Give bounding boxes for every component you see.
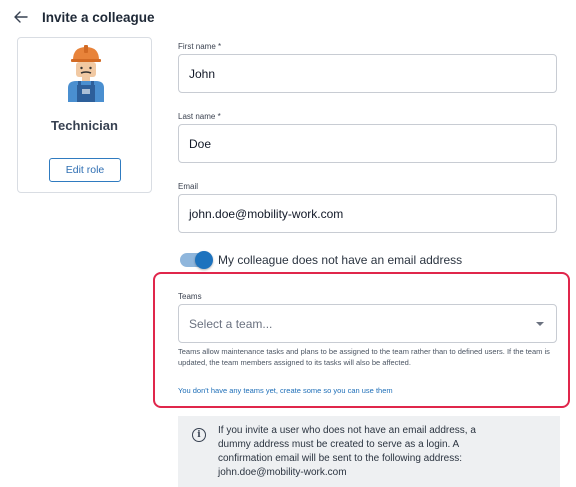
technician-avatar-icon (68, 45, 104, 102)
teams-select[interactable]: Select a team... (178, 304, 557, 343)
email-label: Email (178, 182, 199, 191)
teams-help-text: Teams allow maintenance tasks and plans … (178, 347, 550, 367)
info-line-4: john.doe@mobility-work.com (218, 467, 347, 478)
info-message-text: If you invite a user who does not have a… (218, 424, 548, 480)
chevron-down-icon (536, 322, 544, 326)
arrow-left-icon (14, 11, 28, 23)
info-line-2: dummy address must be created to serve a… (218, 439, 460, 450)
info-icon: i (192, 428, 206, 442)
role-name: Technician (51, 118, 118, 133)
no-email-toggle[interactable] (180, 251, 213, 269)
teams-select-placeholder: Select a team... (189, 316, 273, 331)
no-email-toggle-label: My colleague does not have an email addr… (218, 253, 463, 267)
last-name-input[interactable]: Doe (178, 124, 557, 163)
info-line-1: If you invite a user who does not have a… (218, 425, 476, 436)
first-name-label: First name * (178, 42, 222, 51)
role-card: Technician Edit role (17, 37, 152, 193)
info-line-3: confirmation email will be sent to the f… (218, 453, 463, 464)
no-email-toggle-row: My colleague does not have an email addr… (180, 251, 462, 269)
info-message-box: i If you invite a user who does not have… (178, 416, 560, 487)
back-button[interactable] (10, 6, 32, 28)
teams-label: Teams (178, 292, 202, 301)
create-teams-link[interactable]: You don't have any teams yet, create som… (178, 386, 393, 395)
email-input[interactable]: john.doe@mobility-work.com (178, 194, 557, 233)
toggle-knob (195, 251, 213, 269)
last-name-label: Last name * (178, 112, 221, 121)
first-name-input[interactable]: John (178, 54, 557, 93)
header: Invite a colleague (10, 6, 155, 28)
page-title: Invite a colleague (42, 9, 155, 25)
edit-role-button[interactable]: Edit role (49, 158, 121, 182)
